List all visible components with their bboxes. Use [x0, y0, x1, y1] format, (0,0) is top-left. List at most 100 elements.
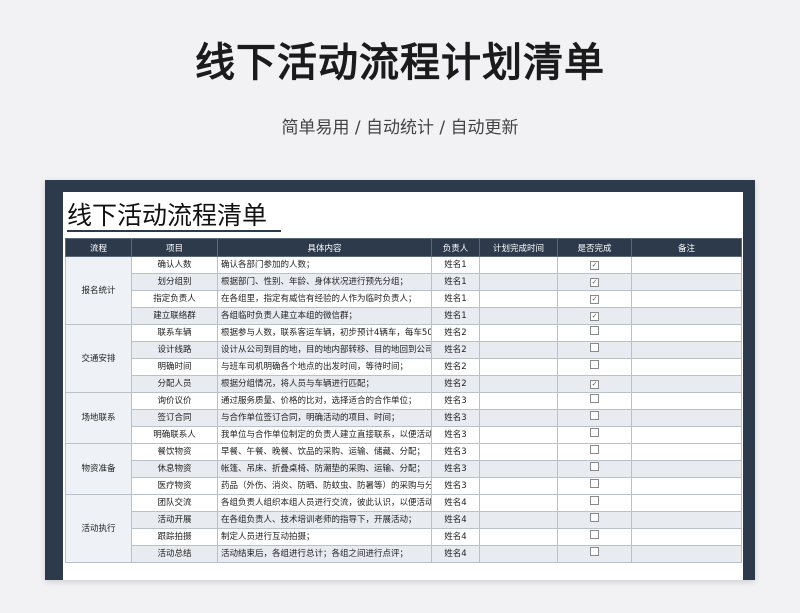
note-cell[interactable]: [631, 426, 742, 444]
checked-checkbox[interactable]: ✓: [590, 380, 599, 389]
plan-date-cell[interactable]: [479, 460, 558, 478]
table-row: 明确联系人我单位与合作单位制定的负责人建立直接联系，以便活动开展；姓名3: [66, 426, 742, 444]
plan-date-cell[interactable]: [479, 409, 558, 427]
column-header: 计划完成时间: [479, 238, 558, 257]
table-row: 物资准备 餐饮物资 早餐、午餐、晚餐、饮品的采购、运输、储藏、分配； 姓名3: [65, 443, 742, 495]
plan-date-cell[interactable]: [479, 545, 558, 563]
column-header: 具体内容: [217, 238, 432, 257]
table-row: 活动总结 活动结束后，各组进行总计；各组之间进行点评； 姓名4: [66, 545, 742, 563]
note-cell[interactable]: [631, 409, 742, 427]
plan-date-cell[interactable]: [479, 443, 558, 461]
owner-cell: 姓名3: [431, 426, 480, 444]
unchecked-checkbox[interactable]: [590, 428, 599, 437]
item-cell: 跟踪拍摄: [131, 528, 218, 546]
plan-date-cell[interactable]: [479, 290, 558, 308]
unchecked-checkbox[interactable]: [590, 530, 599, 539]
plan-date-cell[interactable]: [479, 477, 558, 495]
done-cell: [557, 341, 632, 359]
content-cell: 活动结束后，各组进行总计；各组之间进行点评；: [217, 545, 432, 563]
table-row: 划分组别 根据部门、性别、年龄、身体状况进行预先分组； 姓名1 ✓: [66, 273, 742, 291]
plan-date-cell[interactable]: [479, 273, 558, 291]
table-row: 休息物资 帐篷、吊床、折叠桌椅、防潮垫的采购、运输、分配； 姓名3: [66, 460, 742, 478]
owner-cell: 姓名3: [431, 409, 480, 427]
item-cell: 活动开展: [131, 511, 218, 529]
done-cell: ✓: [557, 273, 632, 291]
checked-checkbox[interactable]: ✓: [590, 278, 599, 287]
done-cell: [557, 460, 632, 478]
plan-date-cell[interactable]: [479, 426, 558, 444]
plan-date-cell[interactable]: [479, 256, 558, 274]
plan-date-cell[interactable]: [479, 341, 558, 359]
column-header: 是否完成: [557, 238, 632, 257]
unchecked-checkbox[interactable]: [590, 462, 599, 471]
note-cell[interactable]: [631, 545, 742, 563]
owner-cell: 姓名3: [431, 460, 480, 478]
note-cell[interactable]: [631, 341, 742, 359]
column-header: 备注: [631, 238, 742, 257]
plan-date-cell[interactable]: [479, 307, 558, 325]
note-cell[interactable]: [631, 307, 742, 325]
table-row: 明确时间 与班车司机明确各个地点的出发时间，等待时间； 姓名2: [66, 358, 742, 376]
checked-checkbox[interactable]: ✓: [590, 312, 599, 321]
content-cell: 与班车司机明确各个地点的出发时间，等待时间；: [217, 358, 432, 376]
plan-date-cell[interactable]: [479, 358, 558, 376]
plan-date-cell[interactable]: [479, 324, 558, 342]
note-cell[interactable]: [631, 392, 742, 410]
column-header: 项目: [131, 238, 218, 257]
stage-cell: 物资准备: [65, 443, 132, 495]
note-cell[interactable]: [631, 290, 742, 308]
content-cell: 在各组负责人、技术培训老师的指导下，开展活动；: [217, 511, 432, 529]
note-cell[interactable]: [631, 460, 742, 478]
table-body: 报名统计 确认人数 确认各部门参加的人数； 姓名1 ✓ 划分组别 根据部门、性别、年龄、身体…: [65, 256, 742, 563]
checked-checkbox[interactable]: ✓: [590, 295, 599, 304]
table-row: 分配人员 根据分组情况，将人员与车辆进行匹配； 姓名2 ✓: [66, 375, 742, 393]
owner-cell: 姓名3: [431, 443, 480, 461]
unchecked-checkbox[interactable]: [590, 343, 599, 352]
note-cell[interactable]: [631, 358, 742, 376]
unchecked-checkbox[interactable]: [590, 411, 599, 420]
content-cell: 制定人员进行互动拍摄；: [217, 528, 432, 546]
plan-date-cell[interactable]: [479, 494, 558, 512]
table-row: 报名统计 确认人数 确认各部门参加的人数； 姓名1 ✓: [65, 256, 742, 325]
unchecked-checkbox[interactable]: [590, 496, 599, 505]
item-cell: 签订合同: [131, 409, 218, 427]
stage-cell: 交通安排: [65, 324, 132, 393]
plan-date-cell[interactable]: [479, 375, 558, 393]
done-cell: [557, 477, 632, 495]
done-cell: ✓: [557, 307, 632, 325]
item-cell: 休息物资: [131, 460, 218, 478]
note-cell[interactable]: [631, 528, 742, 546]
owner-cell: 姓名4: [431, 511, 480, 529]
done-cell: [557, 545, 632, 563]
done-cell: ✓: [557, 375, 632, 393]
note-cell[interactable]: [631, 443, 742, 461]
unchecked-checkbox[interactable]: [590, 360, 599, 369]
unchecked-checkbox[interactable]: [590, 394, 599, 403]
note-cell[interactable]: [631, 375, 742, 393]
checked-checkbox[interactable]: ✓: [590, 261, 599, 270]
item-cell: 医疗物资: [131, 477, 218, 495]
unchecked-checkbox[interactable]: [590, 326, 599, 335]
content-cell: 帐篷、吊床、折叠桌椅、防潮垫的采购、运输、分配；: [217, 460, 432, 478]
unchecked-checkbox[interactable]: [590, 479, 599, 488]
note-cell[interactable]: [631, 256, 742, 274]
unchecked-checkbox[interactable]: [590, 513, 599, 522]
stage-cell: 场地联系: [65, 392, 132, 444]
plan-date-cell[interactable]: [479, 528, 558, 546]
unchecked-checkbox[interactable]: [590, 445, 599, 454]
note-cell[interactable]: [631, 324, 742, 342]
done-cell: ✓: [557, 256, 632, 274]
note-cell[interactable]: [631, 511, 742, 529]
plan-date-cell[interactable]: [479, 511, 558, 529]
sheet-preview: 线下活动流程清单 流程 项目 具体内容 负责人 计划完成时间 是否完成 备注 报名统计 确认人…: [45, 180, 755, 580]
item-cell: 分配人员: [131, 375, 218, 393]
item-cell: 联系车辆: [131, 324, 218, 342]
note-cell[interactable]: [631, 494, 742, 512]
unchecked-checkbox[interactable]: [590, 547, 599, 556]
content-cell: 我单位与合作单位制定的负责人建立直接联系，以便活动开展；: [217, 426, 432, 444]
note-cell[interactable]: [631, 477, 742, 495]
note-cell[interactable]: [631, 273, 742, 291]
owner-cell: 姓名4: [431, 545, 480, 563]
owner-cell: 姓名2: [431, 324, 480, 342]
plan-date-cell[interactable]: [479, 392, 558, 410]
